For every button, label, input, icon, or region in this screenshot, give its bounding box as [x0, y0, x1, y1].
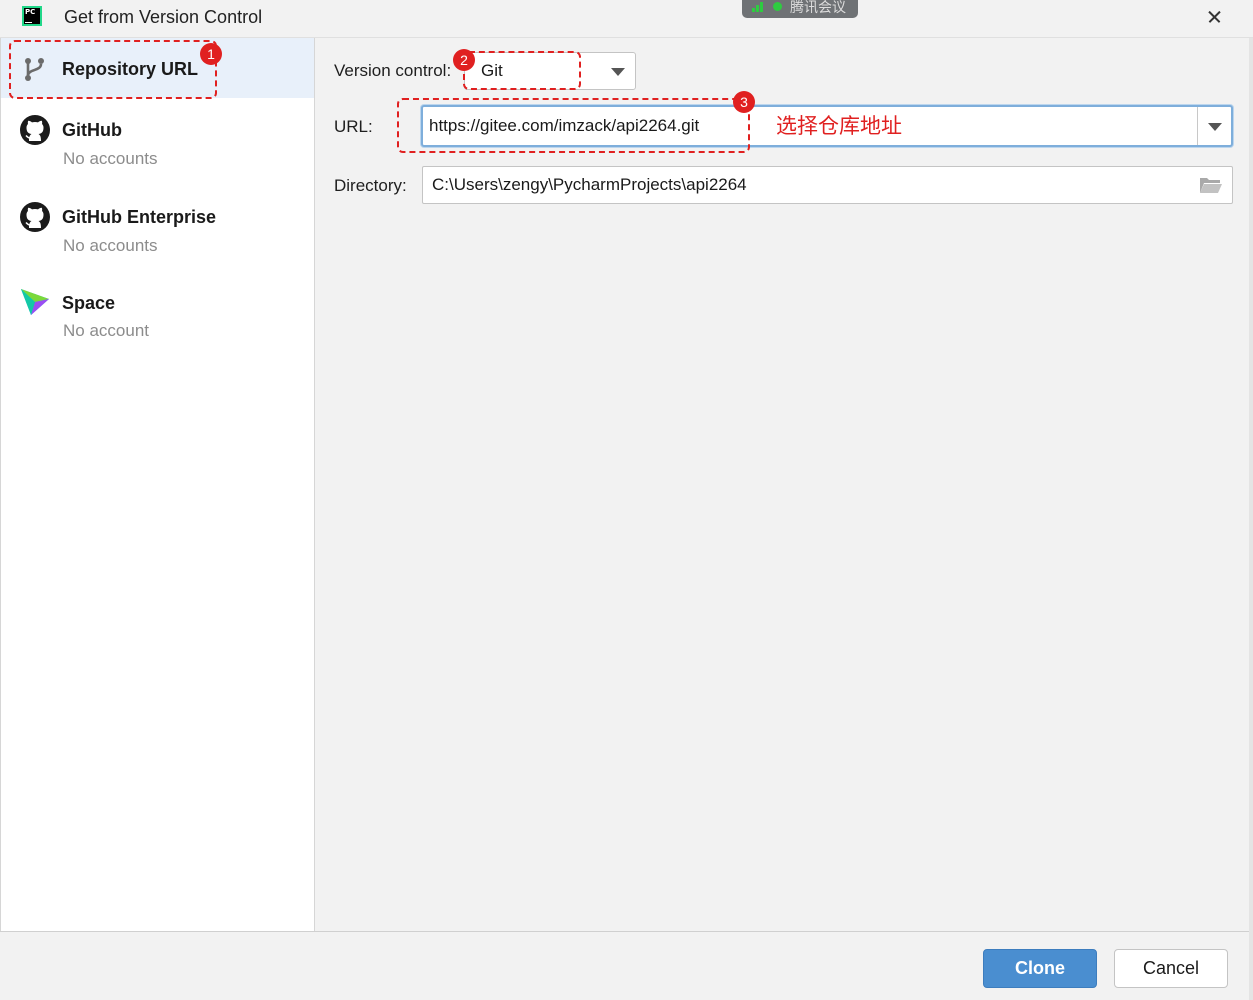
- clone-button[interactable]: Clone: [983, 949, 1097, 988]
- version-control-value: Git: [481, 61, 503, 80]
- sidebar-item-space[interactable]: Space No account: [1, 283, 314, 355]
- url-label: URL:: [334, 117, 373, 136]
- chevron-down-icon: [1208, 123, 1222, 131]
- github-icon: [20, 115, 50, 145]
- sidebar-item-sub: No accounts: [63, 236, 158, 255]
- github-icon: [20, 202, 50, 232]
- annotation-marker-1: 1: [200, 43, 222, 65]
- sidebar-item-label: Space: [62, 293, 116, 313]
- directory-input[interactable]: [432, 170, 1172, 200]
- app-icon-text: PC: [25, 8, 36, 16]
- sidebar-item-sub: No account: [63, 321, 149, 340]
- annotation-note: 选择仓库地址: [776, 114, 902, 138]
- title-bar: PC Get from Version Control: [0, 0, 1253, 38]
- pycharm-icon: PC: [22, 6, 42, 26]
- version-control-label: Version control:: [334, 61, 452, 80]
- close-icon[interactable]: [1201, 3, 1229, 31]
- chevron-down-icon: [611, 68, 625, 76]
- meeting-overlay[interactable]: 腾讯会议: [742, 0, 858, 18]
- space-icon: [21, 289, 49, 315]
- version-control-select[interactable]: Git: [464, 52, 636, 90]
- sidebar-item-github[interactable]: GitHub No accounts: [1, 110, 314, 182]
- meeting-label: 腾讯会议: [790, 0, 846, 16]
- sidebar: Repository URL GitHub No accounts GitHub…: [0, 38, 315, 931]
- signal-icon: [752, 2, 764, 12]
- sidebar-item-label: Repository URL: [62, 59, 199, 79]
- sidebar-item-sub: No accounts: [63, 149, 158, 168]
- annotation-marker-3: 3: [733, 91, 755, 113]
- window-title: Get from Version Control: [64, 7, 263, 27]
- sidebar-item-github-enterprise[interactable]: GitHub Enterprise No accounts: [1, 197, 314, 269]
- sidebar-item-label: GitHub Enterprise: [62, 207, 217, 227]
- directory-field[interactable]: [422, 166, 1233, 204]
- cancel-button[interactable]: Cancel: [1114, 949, 1228, 988]
- annotation-marker-2: 2: [453, 49, 475, 71]
- folder-open-icon[interactable]: [1199, 176, 1223, 194]
- sidebar-item-repository-url[interactable]: Repository URL: [1, 38, 314, 98]
- footer-divider: [0, 931, 1253, 932]
- url-history-dropdown[interactable]: [1199, 107, 1231, 145]
- sidebar-item-label: GitHub: [62, 120, 122, 140]
- window-edge: [1249, 38, 1253, 1000]
- vcs-branch-icon: [25, 58, 44, 81]
- divider: [1197, 107, 1198, 145]
- directory-label: Directory:: [334, 176, 407, 195]
- status-dot-icon: [773, 2, 782, 11]
